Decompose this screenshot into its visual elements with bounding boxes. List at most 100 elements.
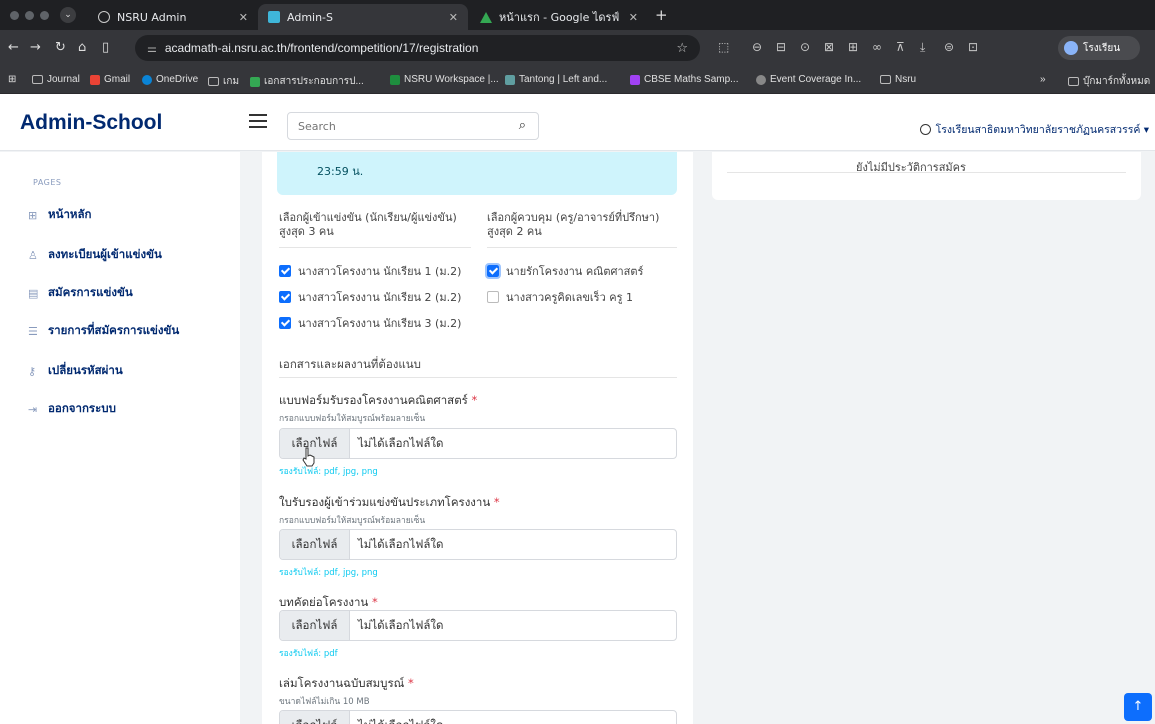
folder-icon: [32, 75, 43, 84]
student-checkbox-2[interactable]: นางสาวโครงงาน นักเรียน 2 (ม.2): [279, 288, 461, 306]
bookmark-documents[interactable]: เอกสารประกอบการป...: [250, 74, 364, 89]
download-icon[interactable]: ⤓: [920, 40, 925, 55]
file-input-abstract[interactable]: เลือกไฟล์ ไม่ได้เลือกไฟล์ใด: [279, 610, 677, 641]
sidebar-item-change-password[interactable]: ⚷ เปลี่ยนรหัสผ่าน: [28, 362, 123, 380]
gmail-icon: [90, 74, 100, 85]
site-info-icon[interactable]: ⚌: [147, 42, 157, 55]
accepted-file-types: รองรับไฟล์: pdf, jpg, png: [279, 467, 378, 477]
folder-icon: [1068, 77, 1079, 86]
file-input-project-certification[interactable]: เลือกไฟล์ ไม่ได้เลือกไฟล์ใด: [279, 428, 677, 459]
file-input-full-project[interactable]: เลือกไฟล์ ไม่ได้เลือกไฟล์ใด: [279, 710, 677, 724]
divider: [279, 247, 471, 248]
link-icon[interactable]: ⊖: [752, 40, 762, 54]
logo[interactable]: Admin-School: [20, 111, 162, 135]
choose-file-button[interactable]: เลือกไฟล์: [280, 611, 350, 640]
list-icon: ☰: [28, 324, 38, 338]
extensions-icon[interactable]: ⬚: [718, 40, 729, 54]
bookmark-event-coverage[interactable]: Event Coverage In...: [756, 74, 861, 85]
bookmark-onedrive[interactable]: OneDrive: [142, 74, 198, 85]
divider: [487, 247, 677, 248]
tab-search-chevron-icon[interactable]: ⌄: [60, 7, 76, 23]
tab-admin-s[interactable]: Admin-S ✕: [258, 4, 468, 30]
history-empty-text: ยังไม่มีประวัติการสมัคร: [856, 161, 966, 174]
apps-grid-icon[interactable]: ⊞: [8, 74, 16, 85]
sidebar-item-register-competitors[interactable]: ♙ ลงทะเบียนผู้เข้าแข่งขัน: [28, 246, 162, 264]
back-icon[interactable]: ←: [8, 40, 19, 55]
no-file-text: ไม่ได้เลือกไฟล์ใด: [358, 435, 444, 450]
teacher-checkbox-2[interactable]: นางสาวครูคิดเลขเร็ว ครู 1: [487, 288, 633, 306]
trash-icon[interactable]: ⊠: [824, 40, 834, 54]
drive-icon: [250, 76, 260, 87]
no-file-text: ไม่ได้เลือกไฟล์ใด: [358, 536, 444, 551]
search-input[interactable]: [298, 119, 498, 133]
tab-icon[interactable]: ⊟: [776, 40, 786, 54]
reload-icon[interactable]: ↻: [55, 40, 66, 55]
bookmark-nsru[interactable]: Nsru: [880, 74, 916, 85]
field-hint: กรอกแบบฟอร์มให้สมบูรณ์พร้อมลายเซ็น: [279, 414, 426, 424]
window-controls[interactable]: [10, 11, 49, 20]
bookmarks-overflow[interactable]: »: [1040, 74, 1046, 85]
tab-nsru-admin[interactable]: NSRU Admin ✕: [88, 4, 258, 30]
share-icon[interactable]: ⊼: [896, 40, 905, 54]
logout-icon: ⇥: [28, 402, 38, 416]
bookmark-cbse[interactable]: CBSE Maths Samp...: [630, 74, 738, 85]
sidebar: PAGES ⊞ หน้าหลัก ♙ ลงทะเบียนผู้เข้าแข่งขัน…: [0, 152, 240, 724]
field-label-project-certification: แบบฟอร์มรับรองโครงงานคณิตศาสตร์ *: [279, 393, 478, 407]
profile-button[interactable]: โรงเรียน: [1058, 36, 1140, 60]
bookmarks-bar: ⊞ Journal Gmail OneDrive เกม เอกสารประกอ…: [0, 66, 1155, 94]
user-circle-icon: [919, 124, 931, 135]
search-icon[interactable]: ⌕: [519, 118, 526, 133]
close-tab-icon[interactable]: ✕: [239, 11, 248, 24]
checkbox-unchecked-icon[interactable]: [487, 291, 499, 303]
bookmark-game[interactable]: เกม: [208, 74, 239, 89]
sidebar-item-logout[interactable]: ⇥ ออกจากระบบ: [28, 400, 116, 418]
field-label-participant-certificate: ใบรับรองผู้เข้าร่วมแข่งขันประเภทโครงงาน …: [279, 495, 500, 509]
accepted-file-types: รองรับไฟล์: pdf: [279, 649, 338, 659]
checkbox-checked-icon[interactable]: [279, 291, 291, 303]
checkbox-checked-icon[interactable]: [485, 263, 501, 279]
registration-form: 23:59 น. เลือกผู้เข้าแข่งขัน (นักเรียน/ผ…: [262, 152, 693, 724]
address-bar[interactable]: ⚌ acadmath-ai.nsru.ac.th/frontend/compet…: [135, 35, 700, 61]
apps-icon[interactable]: ⊞: [848, 40, 858, 54]
menu-toggle-icon[interactable]: [249, 114, 267, 132]
url-text: acadmath-ai.nsru.ac.th/frontend/competit…: [164, 41, 479, 55]
choose-file-button[interactable]: เลือกไฟล์: [280, 530, 350, 559]
student-checkbox-3[interactable]: นางสาวโครงงาน นักเรียน 3 (ม.2): [279, 314, 461, 332]
chain-icon[interactable]: ∞: [872, 40, 882, 54]
location-icon[interactable]: ⊙: [800, 40, 810, 54]
forward-icon[interactable]: →: [30, 40, 41, 55]
teachers-heading: เลือกผู้ควบคุม (ครู/อาจารย์ที่ปรึกษา) สู…: [487, 211, 660, 238]
close-tab-icon[interactable]: ✕: [449, 11, 458, 24]
close-tab-icon[interactable]: ✕: [629, 11, 638, 24]
grid-icon: ⊞: [28, 208, 38, 222]
bookmark-nsru-workspace[interactable]: NSRU Workspace |...: [390, 74, 499, 85]
home-icon[interactable]: ⌂: [78, 40, 86, 55]
file-input-participant-certificate[interactable]: เลือกไฟล์ ไม่ได้เลือกไฟล์ใด: [279, 529, 677, 560]
documents-title: เอกสารและผลงานที่ต้องแนบ: [279, 357, 421, 371]
tab-google-drive[interactable]: หน้าแรก - Google ไดรฟ์ ✕: [470, 4, 648, 30]
sidebar-item-apply-competition[interactable]: ▤ สมัครการแข่งขัน: [28, 284, 133, 302]
sidepanel-icon[interactable]: ▯: [102, 40, 109, 55]
avatar: [1064, 41, 1078, 55]
new-tab-button[interactable]: +: [655, 6, 668, 24]
all-bookmarks[interactable]: บุ๊กมาร์กทั้งหมด: [1068, 74, 1150, 89]
checkbox-checked-icon[interactable]: [279, 317, 291, 329]
choose-file-button[interactable]: เลือกไฟล์: [280, 711, 350, 724]
sidebar-item-applications[interactable]: ☰ รายการที่สมัครการแข่งขัน: [28, 322, 179, 340]
browser-tabbar: ⌄ NSRU Admin ✕ Admin-S ✕ หน้าแรก - Googl…: [0, 0, 1155, 30]
print-icon[interactable]: ⊜: [944, 40, 954, 54]
bookmark-star-icon[interactable]: ☆: [676, 41, 688, 56]
bookmark-tantong[interactable]: Tantong | Left and...: [505, 74, 607, 85]
sidebar-item-home[interactable]: ⊞ หน้าหลัก: [28, 206, 92, 224]
checkbox-checked-icon[interactable]: [279, 265, 291, 277]
student-checkbox-1[interactable]: นางสาวโครงงาน นักเรียน 1 (ม.2): [279, 262, 461, 280]
globe-icon: [756, 74, 766, 85]
user-menu[interactable]: โรงเรียนสาธิตมหาวิทยาลัยราชภัฏนครสวรรค์ …: [919, 121, 1149, 138]
teacher-checkbox-1[interactable]: นายรักโครงงาน คณิตศาสตร์: [485, 262, 643, 280]
back-to-top-button[interactable]: ↑: [1124, 693, 1152, 721]
screenshot-icon[interactable]: ⊡: [968, 40, 978, 54]
tantong-icon: [505, 74, 515, 85]
cbse-icon: [630, 74, 640, 85]
bookmark-gmail[interactable]: Gmail: [90, 74, 130, 85]
bookmark-journal[interactable]: Journal: [32, 74, 80, 85]
